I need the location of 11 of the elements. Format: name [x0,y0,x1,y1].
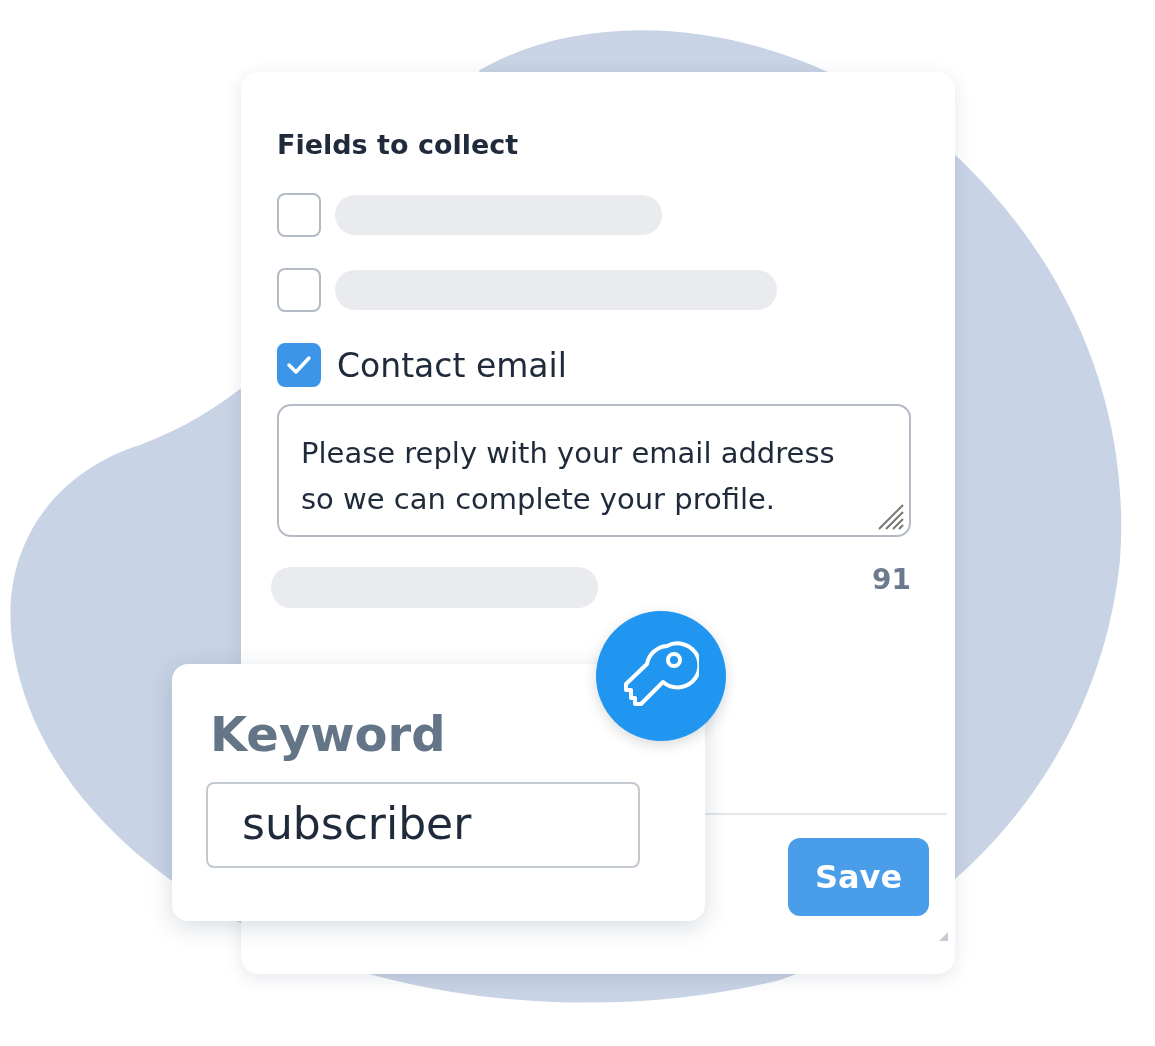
checkbox[interactable] [277,268,321,312]
character-counter: 91 [872,563,911,596]
checkbox-label: Contact email [337,345,567,385]
keyword-field[interactable]: subscriber [206,782,640,868]
checkbox[interactable] [277,193,321,237]
corner-handle-icon [939,932,948,941]
checkbox[interactable] [277,343,321,387]
checkmark-icon [286,355,312,375]
message-field[interactable]: Please reply with your email address so we can complete your profile. [277,404,911,537]
keyword-label: Keyword [210,705,446,764]
section-title: Fields to collect [277,128,520,162]
